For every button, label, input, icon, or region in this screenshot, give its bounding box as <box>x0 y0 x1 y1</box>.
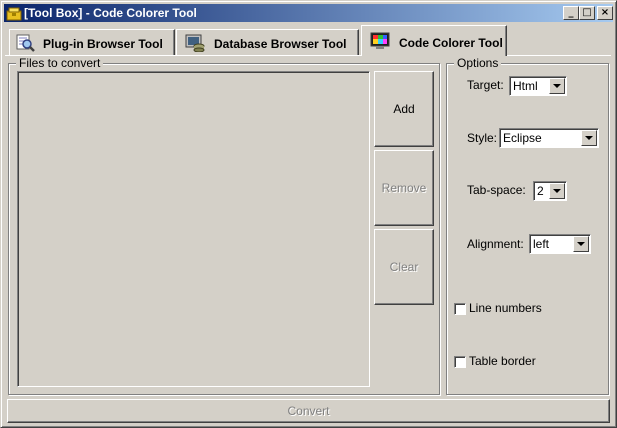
target-select[interactable]: Html <box>509 76 567 96</box>
title-bar[interactable]: [Tool Box] - Code Colorer Tool _ □ × <box>4 4 613 22</box>
convert-button[interactable]: Convert <box>7 399 610 423</box>
chevron-down-icon[interactable] <box>573 236 589 252</box>
table-border-checkbox[interactable] <box>454 356 466 368</box>
minimize-button[interactable]: _ <box>563 6 579 20</box>
close-button[interactable]: × <box>597 6 613 20</box>
alignment-label: Alignment: <box>467 237 524 251</box>
tab-plugin-browser-label: Plug-in Browser Tool <box>43 37 163 51</box>
database-icon <box>185 34 205 52</box>
chevron-down-icon[interactable] <box>549 78 565 94</box>
line-numbers-label[interactable]: Line numbers <box>469 301 542 315</box>
alignment-value: left <box>533 237 550 251</box>
files-group-label: Files to convert <box>16 56 104 70</box>
style-select[interactable]: Eclipse <box>499 128 599 148</box>
options-group: Options <box>446 56 609 395</box>
options-group-label: Options <box>454 56 502 70</box>
add-button[interactable]: Add <box>374 71 434 147</box>
style-value: Eclipse <box>503 131 542 145</box>
maximize-button[interactable]: □ <box>579 6 595 20</box>
target-value: Html <box>513 79 538 93</box>
target-label: Target: <box>467 78 504 92</box>
color-palette-icon <box>370 32 390 49</box>
maximize-icon: □ <box>582 7 592 18</box>
chevron-down-icon[interactable] <box>549 183 565 199</box>
magnifier-icon <box>16 34 35 52</box>
tab-code-colorer-label: Code Colorer Tool <box>399 36 503 50</box>
tab-database-browser[interactable]: Database Browser Tool <box>176 29 359 55</box>
tab-strip: Plug-in Browser Tool Database Browser To… <box>5 25 611 56</box>
alignment-select[interactable]: left <box>529 234 591 254</box>
remove-button[interactable]: Remove <box>374 150 434 226</box>
clear-button[interactable]: Clear <box>374 229 434 305</box>
tab-database-browser-label: Database Browser Tool <box>214 37 347 51</box>
tab-plugin-browser[interactable]: Plug-in Browser Tool <box>9 29 175 55</box>
toolbox-icon <box>6 7 22 21</box>
line-numbers-checkbox[interactable] <box>454 303 466 315</box>
tabspace-value: 2 <box>537 184 544 198</box>
tabspace-select[interactable]: 2 <box>533 181 567 201</box>
main-window: [Tool Box] - Code Colorer Tool _ □ × Plu… <box>0 0 617 428</box>
tab-code-colorer[interactable]: Code Colorer Tool <box>361 25 507 56</box>
minimize-icon: _ <box>568 7 574 18</box>
close-icon: × <box>600 7 610 18</box>
file-list[interactable] <box>17 71 370 387</box>
window-title: [Tool Box] - Code Colorer Tool <box>24 6 197 20</box>
table-border-label[interactable]: Table border <box>469 354 536 368</box>
chevron-down-icon[interactable] <box>581 130 597 146</box>
tabspace-label: Tab-space: <box>467 183 526 197</box>
style-label: Style: <box>467 131 498 145</box>
